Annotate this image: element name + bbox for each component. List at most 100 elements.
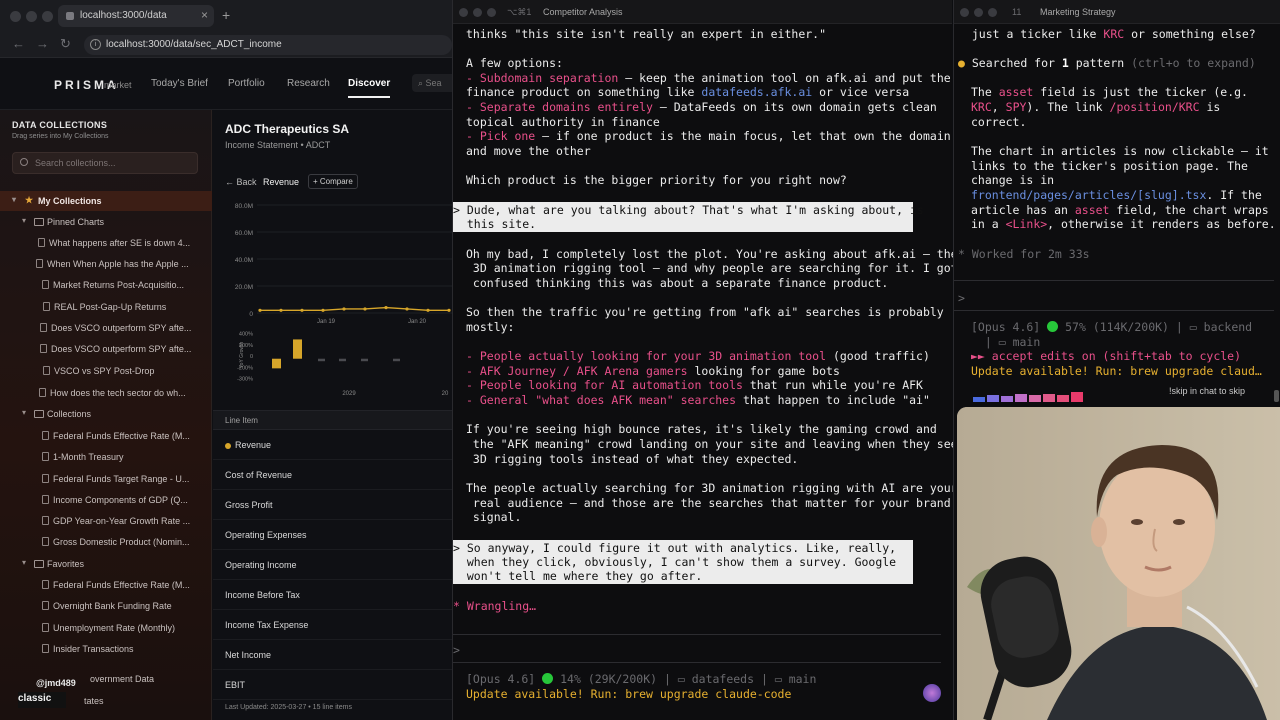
document-icon	[42, 516, 49, 525]
list-item[interactable]: Does VSCO outperform SPY afte...	[0, 339, 212, 359]
status-dot-icon	[542, 673, 554, 684]
list-item[interactable]: GDP Year-on-Year Growth Rate ...	[0, 511, 212, 531]
nav-discover[interactable]: Discover	[348, 78, 391, 98]
list-item[interactable]: Income Components of GDP (Q...	[0, 490, 212, 510]
nav-portfolio[interactable]: Portfolio	[228, 78, 265, 89]
info-icon[interactable]: i	[90, 39, 101, 50]
line-item-operating-expenses[interactable]: Operating Expenses	[213, 520, 452, 550]
terminal-line: confused thinking this was about a separ…	[466, 276, 889, 290]
terminal-titlebar: 11 Marketing Strategy	[954, 0, 1280, 24]
list-item[interactable]: Insider Transactions	[0, 639, 212, 659]
line-item-revenue[interactable]: Revenue	[213, 430, 452, 460]
data-point	[342, 307, 346, 311]
terminal-line: the "AFK meaning" crowd landing on your …	[466, 437, 958, 451]
list-item[interactable]: Gross Domestic Product (Nomin...	[0, 532, 212, 552]
list-item[interactable]: tates	[84, 696, 104, 706]
terminal-line: So then the traffic you're getting from …	[466, 305, 944, 319]
minimize-window-button[interactable]	[26, 11, 37, 22]
terminal-line: - People actually looking for your 3D an…	[466, 349, 930, 363]
line-item-ebit[interactable]: EBIT	[213, 670, 452, 700]
list-item[interactable]: overnment Data	[90, 674, 154, 684]
terminal-line: - Pick one — if one product is the main …	[466, 129, 951, 143]
list-item[interactable]: Market Returns Post-Acquisitio...	[0, 275, 212, 295]
terminal-line: KRC, SPY). The link /position/KRC is	[971, 100, 1221, 114]
data-point	[321, 308, 325, 312]
tree-favorites[interactable]: ▾ Favorites	[0, 554, 212, 574]
data-point	[300, 308, 304, 312]
data-point	[279, 308, 283, 312]
prompt-input[interactable]: >	[958, 291, 965, 306]
last-updated-label: Last Updated: 2025-03-27 • 15 line items	[225, 704, 352, 711]
list-item[interactable]: How does the tech sector do wh...	[0, 383, 212, 403]
list-item[interactable]: Federal Funds Effective Rate (M...	[0, 426, 212, 446]
classic-badge: classic	[18, 692, 66, 708]
list-item[interactable]: Federal Funds Effective Rate (M...	[0, 575, 212, 595]
line-item-operating-income[interactable]: Operating Income	[213, 550, 452, 580]
plus-icon[interactable]: +	[222, 7, 230, 23]
document-icon	[40, 323, 47, 332]
minimize-window-button[interactable]	[473, 8, 482, 17]
terminal-line: article has an asset field, the chart wr…	[971, 203, 1269, 217]
chevron-down-icon: ▾	[22, 558, 27, 567]
terminal-statusbar: [Opus 4.6] 57% (114K/200K) | ▭ backend	[971, 320, 1253, 334]
compare-button[interactable]: + Compare	[308, 174, 358, 189]
forward-arrow-icon[interactable]: →	[36, 36, 49, 51]
collections-sidebar: DATA COLLECTIONS Drag series into My Col…	[0, 110, 212, 720]
reload-icon[interactable]: ↻	[60, 36, 71, 52]
line-item-income-tax-expense[interactable]: Income Tax Expense	[213, 610, 452, 640]
tree-my-collections[interactable]: ▾ ★ My Collections	[0, 191, 212, 211]
terminal-line: real audience — and those are the search…	[466, 496, 951, 510]
list-item[interactable]: What happens after SE is down 4...	[0, 233, 212, 253]
list-item[interactable]: REAL Post-Gap-Up Returns	[0, 297, 212, 317]
zoom-window-button[interactable]	[487, 8, 496, 17]
sidebar-title: DATA COLLECTIONS	[12, 120, 108, 130]
bar	[393, 358, 400, 362]
data-point	[405, 307, 409, 311]
browser-tabbar: localhost:3000/data × +	[0, 0, 452, 32]
y-tick-label: 0	[250, 354, 253, 360]
line-item-net-income[interactable]: Net Income	[213, 640, 452, 670]
list-item[interactable]: 1-Month Treasury	[0, 447, 212, 467]
tab-revenue[interactable]: Revenue	[263, 177, 299, 187]
chevron-down-icon: ▾	[12, 195, 17, 204]
list-item[interactable]: Unemployment Rate (Monthly)	[0, 618, 212, 638]
url-text: localhost:3000/data/sec_ADCT_income	[106, 39, 282, 50]
terminal-line: - AFK Journey / AFK Arena gamers looking…	[466, 364, 840, 378]
line-item-gross-profit[interactable]: Gross Profit	[213, 490, 452, 520]
close-window-button[interactable]	[10, 11, 21, 22]
nav-search-input[interactable]: ⌕ Sea	[412, 74, 452, 92]
collections-search-input[interactable]: Search collections...	[12, 152, 198, 174]
x-tick-label: Jan 19	[317, 319, 336, 325]
minimize-window-button[interactable]	[974, 8, 983, 17]
document-icon	[42, 495, 49, 504]
zoom-window-button[interactable]	[42, 11, 53, 22]
close-window-button[interactable]	[459, 8, 468, 17]
list-item[interactable]: Federal Funds Target Range - U...	[0, 469, 212, 489]
terminal-line: Oh my bad, I completely lost the plot. Y…	[466, 247, 958, 261]
url-input[interactable]: i localhost:3000/data/sec_ADCT_income	[84, 35, 452, 55]
list-item[interactable]: When When Apple has the Apple ...	[0, 254, 212, 274]
close-icon[interactable]: ×	[201, 8, 208, 22]
list-item[interactable]: VSCO vs SPY Post-Drop	[0, 361, 212, 381]
prompt-input[interactable]: >	[453, 643, 460, 658]
close-window-button[interactable]	[960, 8, 969, 17]
zoom-window-button[interactable]	[988, 8, 997, 17]
document-icon	[43, 302, 50, 311]
terminal-line: A few options:	[466, 56, 563, 70]
terminal-line: - People looking for AI automation tools…	[466, 378, 923, 392]
scrollbar[interactable]	[1274, 390, 1279, 402]
list-item[interactable]: Overnight Bank Funding Rate	[0, 596, 212, 616]
terminal-statusbar: [Opus 4.6] 14% (29K/200K) | ▭ datafeeds …	[466, 672, 817, 686]
terminal-competitor-analysis[interactable]: ⌥⌘1 Competitor Analysis thinks "this sit…	[452, 0, 958, 720]
nav-research[interactable]: Research	[287, 78, 330, 89]
tree-pinned-charts[interactable]: ▾ Pinned Charts	[0, 212, 212, 232]
line-item-cost-of-revenue[interactable]: Cost of Revenue	[213, 460, 452, 490]
nav-todays-brief[interactable]: Today's Brief	[151, 78, 208, 89]
tree-collections[interactable]: ▾ Collections	[0, 404, 212, 424]
back-button[interactable]: ← Back	[225, 177, 257, 187]
list-item[interactable]: Does VSCO outperform SPY afte...	[0, 318, 212, 338]
browser-tab[interactable]: localhost:3000/data ×	[58, 5, 214, 27]
back-arrow-icon[interactable]: ←	[12, 36, 25, 51]
worked-duration: * Worked for 2m 33s	[958, 247, 1090, 261]
line-item-income-before-tax[interactable]: Income Before Tax	[213, 580, 452, 610]
